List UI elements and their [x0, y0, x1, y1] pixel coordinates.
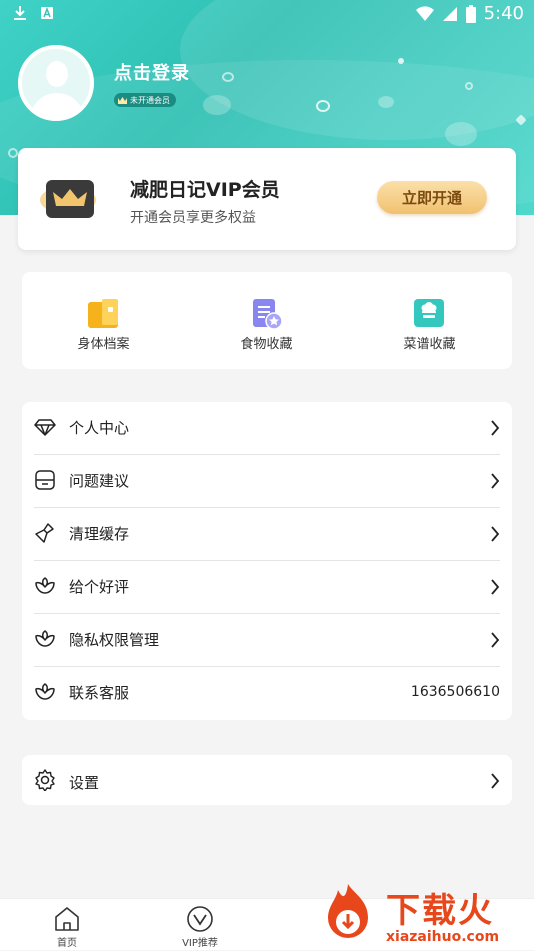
- decor-bubble: [222, 72, 234, 82]
- menu-item-contact-support[interactable]: 联系客服 1636506610: [34, 667, 500, 720]
- download-icon: [14, 6, 26, 20]
- food-favorite-icon: [253, 299, 283, 329]
- decor-bubble: [378, 96, 394, 108]
- support-id-value: 1636506610: [410, 684, 500, 700]
- flame-logo-icon: [328, 884, 368, 938]
- menu-item-label: 隐私权限管理: [69, 631, 160, 649]
- quick-link-recipe-favorite[interactable]: 菜谱收藏: [348, 272, 511, 369]
- settings-label: 设置: [69, 774, 100, 792]
- menu-item-label: 给个好评: [69, 578, 130, 596]
- watermark-url: xiazaihuo.com: [386, 929, 500, 945]
- flower-icon: [35, 630, 55, 647]
- chevron-right-icon: [491, 773, 500, 789]
- watermark-text: 下载火: [386, 891, 494, 931]
- flower-icon: [35, 577, 55, 594]
- tab-label: VIP推荐: [182, 938, 218, 949]
- menu-list: 个人中心 问题建议 清理缓存 给个好评 隐私权限管理 联系客服 16365066…: [22, 402, 512, 720]
- login-link[interactable]: 点击登录: [114, 59, 190, 85]
- chevron-right-icon: [491, 420, 500, 436]
- vip-card[interactable]: 减肥日记VIP会员 开通会员享更多权益 立即开通: [18, 148, 516, 250]
- decor-bubble: [445, 122, 477, 146]
- quick-links-panel: 身体档案 食物收藏 菜谱收藏: [22, 272, 512, 369]
- watermark: 下载火 xiazaihuo.com: [316, 880, 534, 950]
- open-vip-button[interactable]: 立即开通: [377, 181, 487, 214]
- tab-home[interactable]: 首页: [27, 899, 107, 951]
- home-icon: [55, 907, 79, 931]
- settings-item[interactable]: 设置: [22, 755, 512, 805]
- menu-item-label: 清理缓存: [69, 525, 130, 543]
- menu-item-label: 问题建议: [69, 472, 130, 490]
- recipe-favorite-icon: [414, 299, 444, 327]
- menu-item-rate-app[interactable]: 给个好评: [34, 561, 500, 614]
- avatar[interactable]: [18, 45, 94, 121]
- decor-bubble: [8, 148, 18, 158]
- cellular-signal-icon: [442, 6, 457, 21]
- body-file-icon: [88, 299, 118, 328]
- status-time: 5:40: [483, 3, 524, 24]
- menu-item-clear-cache[interactable]: 清理缓存: [34, 508, 500, 561]
- chevron-right-icon: [491, 579, 500, 595]
- quick-link-label: 菜谱收藏: [403, 337, 456, 352]
- gear-icon: [35, 769, 55, 791]
- menu-item-label: 个人中心: [69, 419, 130, 437]
- decor-bubble: [398, 58, 404, 64]
- member-status-badge: 未开通会员: [114, 93, 176, 107]
- decor-bubble: [316, 100, 330, 112]
- menu-item-feedback[interactable]: 问题建议: [34, 455, 500, 508]
- vip-icon: [187, 906, 213, 932]
- quick-link-label: 身体档案: [77, 337, 130, 352]
- quick-link-food-favorite[interactable]: 食物收藏: [185, 272, 348, 369]
- tab-vip[interactable]: VIP推荐: [160, 899, 240, 951]
- quick-link-body-file[interactable]: 身体档案: [22, 272, 185, 369]
- brush-icon: [35, 523, 54, 543]
- status-bar: 5:40: [0, 0, 534, 28]
- diamond-icon: [34, 419, 56, 436]
- wifi-icon: [415, 5, 434, 21]
- menu-item-label: 联系客服: [69, 684, 130, 702]
- vip-subtitle: 开通会员享更多权益: [130, 210, 256, 226]
- crown-icon: [118, 96, 127, 104]
- avatar-head: [46, 61, 68, 87]
- chevron-right-icon: [491, 632, 500, 648]
- avatar-body: [30, 93, 84, 117]
- menu-item-personal-center[interactable]: 个人中心: [34, 402, 500, 455]
- vip-title: 减肥日记VIP会员: [130, 179, 280, 201]
- feedback-icon: [35, 470, 55, 490]
- member-status-text: 未开通会员: [130, 95, 170, 105]
- tab-label: 首页: [57, 938, 77, 949]
- menu-item-privacy[interactable]: 隐私权限管理: [34, 614, 500, 667]
- decor-bubble: [203, 95, 231, 115]
- battery-icon: [465, 4, 476, 23]
- quick-link-label: 食物收藏: [240, 337, 293, 352]
- chevron-right-icon: [491, 473, 500, 489]
- vip-crown-icon: [40, 180, 96, 218]
- flower-icon: [35, 683, 55, 700]
- decor-bubble: [465, 82, 473, 90]
- notification-a-icon: [41, 6, 53, 19]
- chevron-right-icon: [491, 526, 500, 542]
- settings-row[interactable]: 设置: [34, 755, 500, 805]
